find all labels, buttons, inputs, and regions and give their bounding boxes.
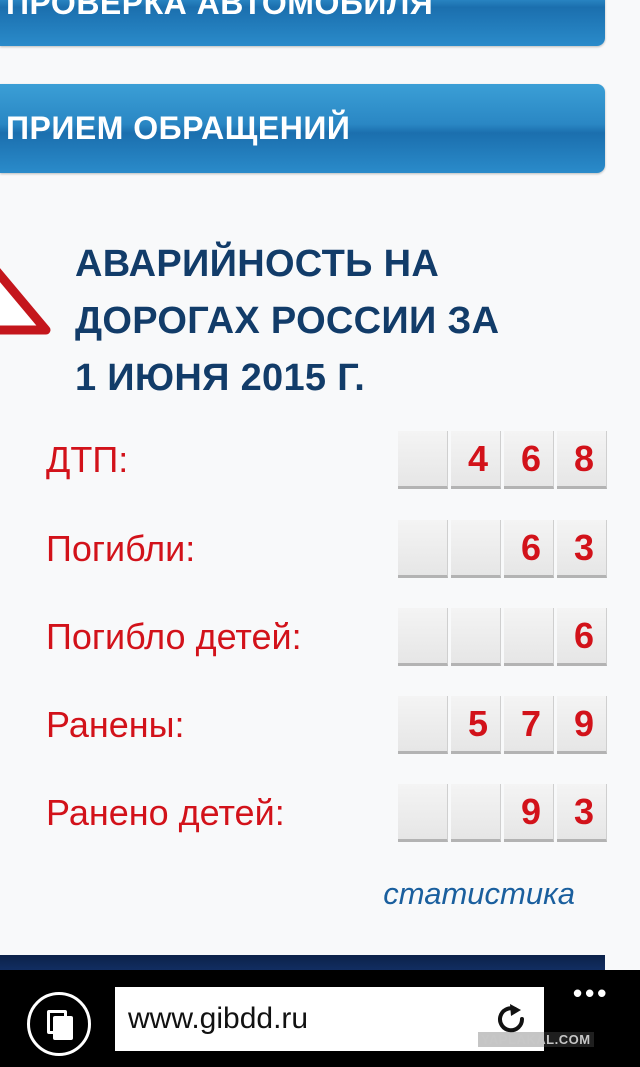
stat-label: Ранено детей: bbox=[46, 792, 285, 833]
heading-line-1: АВАРИЙНОСТЬ НА bbox=[75, 243, 440, 285]
browser-address-bar: www.gibdd.ru ••• YAPLAKAL.COM bbox=[0, 970, 640, 1067]
stat-row-children-injured: Ранено детей: 9 3 bbox=[0, 784, 607, 844]
stat-label: ДТП: bbox=[46, 439, 129, 480]
accidents-heading: АВАРИЙНОСТЬ НА ДОРОГАХ РОССИИ ЗА 1 ИЮНЯ … bbox=[75, 236, 595, 407]
digit-cell: 5 bbox=[451, 696, 501, 754]
digit-cell bbox=[398, 608, 448, 666]
digit-cell bbox=[451, 608, 501, 666]
appeals-button[interactable]: ПРИЕМ ОБРАЩЕНИЙ bbox=[0, 84, 605, 173]
heading-line-2: ДОРОГАХ РОССИИ ЗА bbox=[75, 300, 500, 342]
digit-counter: 9 3 bbox=[398, 784, 607, 842]
digit-cell: 9 bbox=[557, 696, 607, 754]
stat-row-accidents: ДТП: 4 6 8 bbox=[0, 431, 607, 491]
heading-line-3: 1 ИЮНЯ 2015 Г. bbox=[75, 357, 366, 399]
digit-cell: 3 bbox=[557, 520, 607, 578]
digit-counter: 5 7 9 bbox=[398, 696, 607, 754]
stat-row-injured: Ранены: 5 7 9 bbox=[0, 696, 607, 756]
digit-counter: 6 bbox=[398, 608, 607, 666]
digit-cell: 8 bbox=[557, 431, 607, 489]
watermark: YAPLAKAL.COM bbox=[478, 1032, 594, 1047]
digit-cell: 4 bbox=[451, 431, 501, 489]
stat-label: Ранены: bbox=[46, 704, 185, 745]
digit-cell: 9 bbox=[504, 784, 554, 842]
digit-cell bbox=[504, 608, 554, 666]
digit-cell: 6 bbox=[557, 608, 607, 666]
digit-cell: 3 bbox=[557, 784, 607, 842]
accident-stats-panel: АВАРИЙНОСТЬ НА ДОРОГАХ РОССИИ ЗА 1 ИЮНЯ … bbox=[0, 200, 607, 940]
digit-cell bbox=[451, 520, 501, 578]
stat-label: Погибли: bbox=[46, 528, 196, 569]
digit-cell bbox=[451, 784, 501, 842]
stat-row-killed: Погибли: 6 3 bbox=[0, 520, 607, 580]
digit-cell: 7 bbox=[504, 696, 554, 754]
digit-cell bbox=[398, 431, 448, 489]
stat-label: Погибло детей: bbox=[46, 616, 302, 657]
digit-cell: 6 bbox=[504, 431, 554, 489]
warning-triangle-icon bbox=[0, 268, 51, 335]
digit-cell bbox=[398, 520, 448, 578]
stat-row-children-killed: Погибло детей: 6 bbox=[0, 608, 607, 668]
check-vehicle-label: ПРОВЕРКА АВТОМОБИЛЯ bbox=[6, 0, 434, 21]
digit-counter: 4 6 8 bbox=[398, 431, 607, 489]
tabs-button[interactable] bbox=[27, 992, 91, 1056]
statistics-link[interactable]: статистика bbox=[383, 876, 575, 912]
digit-cell bbox=[398, 696, 448, 754]
check-vehicle-button[interactable]: ПРОВЕРКА АВТОМОБИЛЯ bbox=[0, 0, 605, 46]
digit-cell bbox=[398, 784, 448, 842]
digit-counter: 6 3 bbox=[398, 520, 607, 578]
url-text: www.gibdd.ru bbox=[128, 1002, 309, 1035]
more-menu-button[interactable]: ••• bbox=[573, 978, 609, 1009]
digit-cell: 6 bbox=[504, 520, 554, 578]
appeals-label: ПРИЕМ ОБРАЩЕНИЙ bbox=[6, 110, 351, 146]
tabs-icon-front bbox=[53, 1016, 73, 1040]
